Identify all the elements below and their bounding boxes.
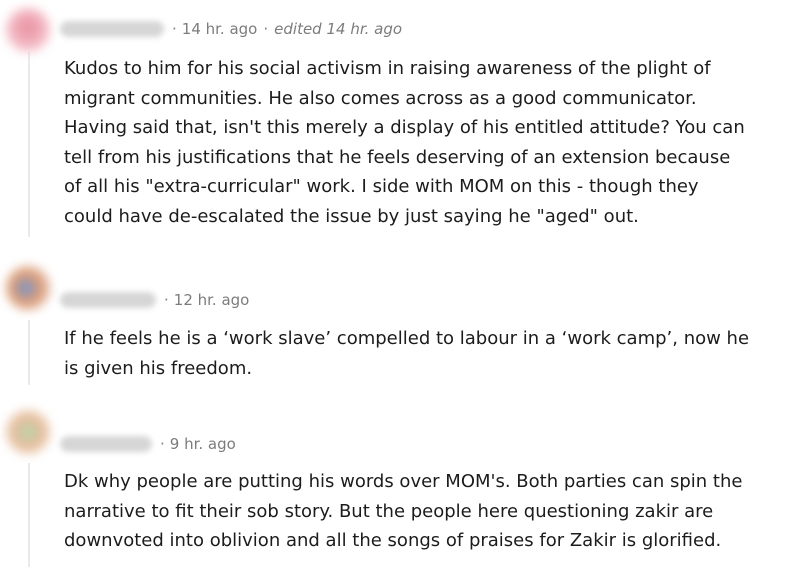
comment-line: Having said that, isn't this merely a di… — [64, 117, 745, 138]
thread-line[interactable] — [28, 52, 30, 237]
thread-line[interactable] — [28, 463, 30, 567]
username-redacted[interactable] — [60, 292, 156, 308]
comment-body: Dk why people are putting his words over… — [64, 467, 784, 556]
separator-dot: · — [172, 20, 177, 38]
comment-line: Kudos to him for his social activism in … — [64, 58, 711, 79]
timestamp[interactable]: 9 hr. ago — [170, 435, 236, 453]
thread-line[interactable] — [28, 320, 30, 385]
avatar[interactable] — [6, 8, 50, 52]
comment-line: narrative to fit their sob story. But th… — [64, 500, 714, 522]
comment-meta: · 14 hr. ago · edited 14 hr. ago — [60, 18, 402, 40]
avatar[interactable] — [6, 410, 50, 454]
timestamp[interactable]: 12 hr. ago — [174, 291, 250, 309]
username-redacted[interactable] — [60, 21, 164, 37]
comment-meta: · 9 hr. ago — [60, 433, 236, 455]
comment-line: is given his freedom. — [64, 357, 253, 379]
comment-line: tell from his justifications that he fee… — [64, 146, 731, 168]
comment-line: migrant communities. He also comes acros… — [64, 87, 697, 109]
comment-body: Kudos to him for his social activism in … — [64, 54, 784, 231]
comment-line: Dk why people are putting his words over… — [64, 471, 743, 492]
comment-line: of all his "extra-curricular" work. I si… — [64, 176, 699, 197]
separator-dot: · — [160, 435, 165, 453]
comment-line: could have de-escalated the issue by jus… — [64, 205, 639, 227]
comment-body: If he feels he is a ‘work slave’ compell… — [64, 324, 784, 383]
username-redacted[interactable] — [60, 436, 152, 452]
timestamp[interactable]: 14 hr. ago — [182, 20, 258, 38]
avatar[interactable] — [6, 266, 50, 310]
separator-dot: · — [263, 20, 269, 38]
comment-line: If he feels he is a ‘work slave’ compell… — [64, 328, 750, 349]
separator-dot: · — [164, 291, 169, 309]
edited-label: edited 14 hr. ago — [274, 20, 403, 38]
comment-meta: · 12 hr. ago — [60, 289, 249, 311]
comment-line: downvoted into oblivion and all the song… — [64, 530, 722, 551]
